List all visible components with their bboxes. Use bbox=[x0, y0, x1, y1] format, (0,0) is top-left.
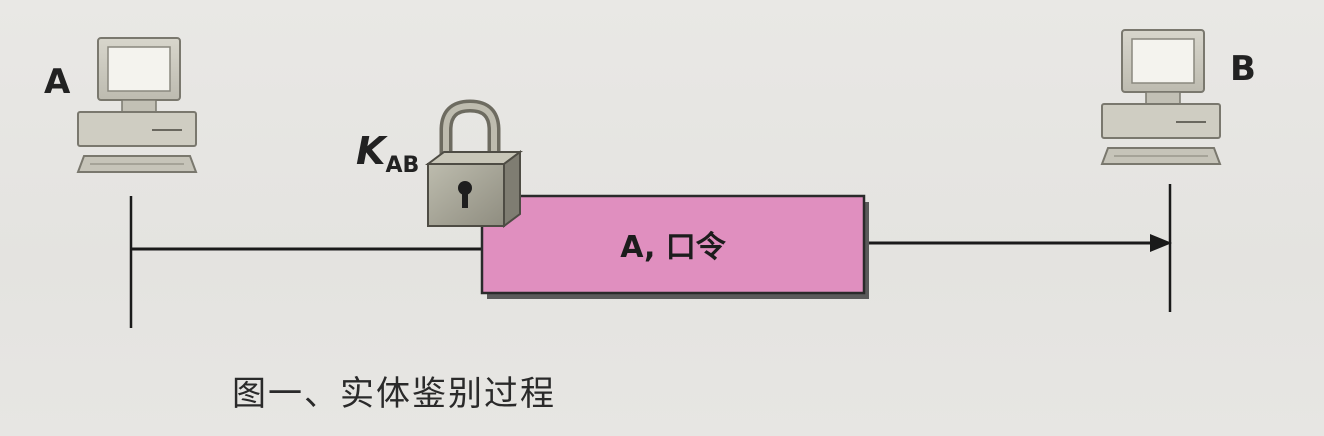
diagram-canvas: A B A, 口令 KAB 图一、实体鉴别过程 bbox=[0, 0, 1324, 436]
figure-caption: 图一、实体鉴别过程 bbox=[232, 374, 556, 414]
padlock-icon bbox=[425, 99, 523, 228]
computer-a-icon bbox=[76, 37, 198, 173]
host-a-label: A bbox=[44, 62, 71, 102]
message-text: A, 口令 bbox=[620, 230, 727, 265]
entity-authentication-diagram: A B A, 口令 KAB bbox=[44, 29, 1256, 328]
key-label: KAB bbox=[356, 129, 419, 178]
host-b-label: B bbox=[1230, 49, 1256, 89]
arrow-head-icon bbox=[1150, 234, 1172, 252]
computer-b-icon bbox=[1100, 29, 1222, 165]
